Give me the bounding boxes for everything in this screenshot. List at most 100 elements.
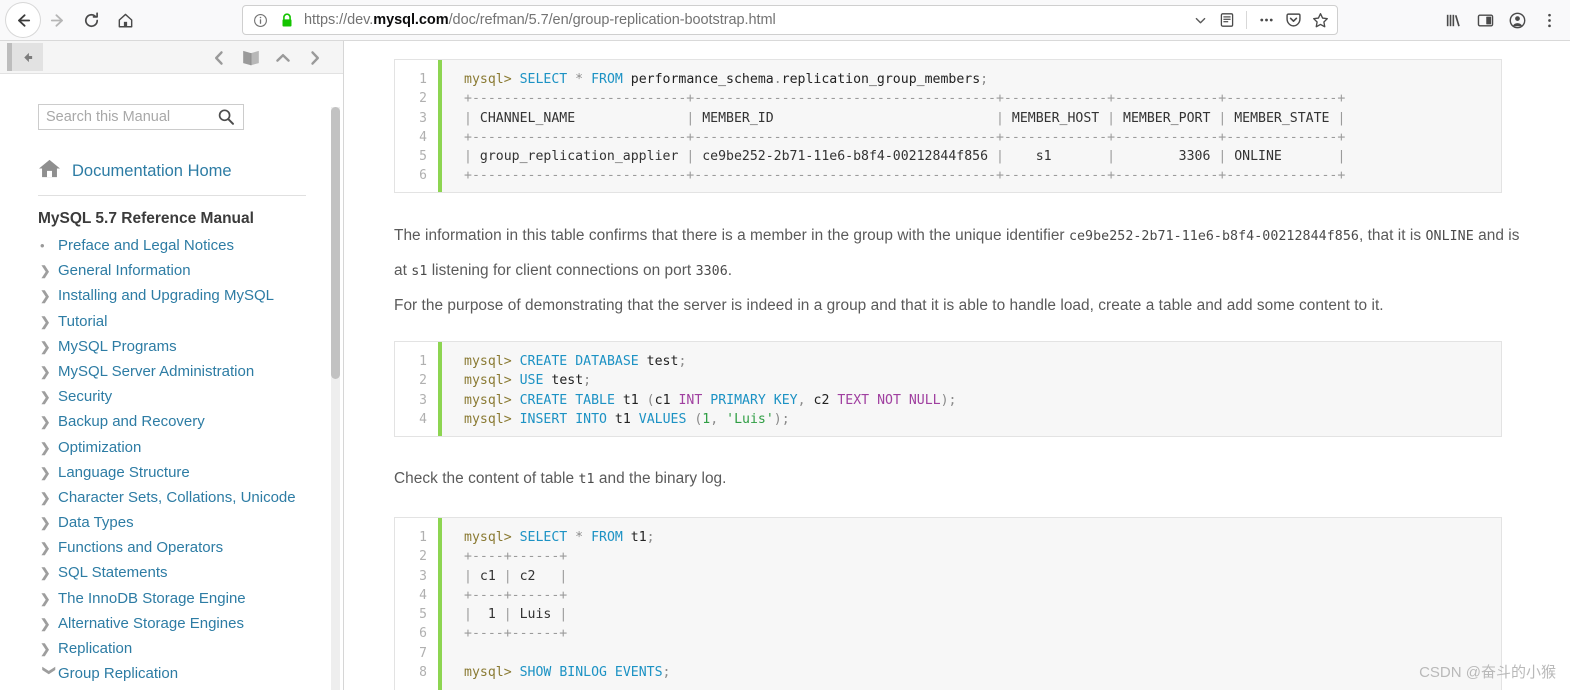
chevron-right-icon[interactable]: ❯ [40, 542, 58, 555]
sidebar-item-mysql-programs[interactable]: ❯ MySQL Programs [0, 338, 343, 363]
paragraph-1-code-port: 3306 [695, 264, 728, 279]
app-menu-icon[interactable] [1534, 5, 1564, 35]
chevron-right-icon[interactable]: ❯ [40, 366, 58, 379]
chevron-right-icon[interactable]: ❯ [40, 441, 58, 455]
chevron-right-icon[interactable]: ❯ [40, 341, 58, 354]
code-line: +----+------+ [464, 626, 568, 642]
sidebar-item-tutorial[interactable]: ❯ Tutorial [0, 313, 343, 338]
code-block-3-lines[interactable]: mysql> SELECT * FROM t1; +----+------+ | c… [442, 518, 1501, 690]
sidebar-item-data-types[interactable]: ❯ Data Types [0, 514, 343, 539]
line-number: 1 [419, 354, 427, 369]
pocket-icon[interactable] [1283, 8, 1303, 32]
reload-button[interactable] [74, 3, 108, 37]
back-button[interactable] [6, 3, 40, 37]
chevron-right-icon[interactable]: ❯ [40, 391, 58, 404]
code-line: +----+------+ [464, 587, 568, 603]
sidebar-item-sql-statements[interactable]: ❯ SQL Statements [0, 564, 343, 589]
book-icon[interactable] [241, 46, 261, 70]
line-number: 6 [419, 626, 427, 642]
sidebar-item-the-innodb-storage-engine[interactable]: ❯ The InnoDB Storage Engine [0, 590, 343, 615]
code-line: | 1 | Luis | [464, 607, 568, 623]
up-page-icon[interactable] [273, 46, 293, 70]
library-icon[interactable] [1438, 5, 1468, 35]
chevron-down-icon[interactable] [1190, 8, 1210, 32]
code-line: +----+------+ [464, 549, 568, 565]
line-number: 4 [419, 129, 427, 145]
bookmark-star-icon[interactable] [1310, 8, 1330, 32]
sidebar-icon[interactable] [1470, 5, 1500, 35]
sidebar-item-replication[interactable]: ❯ Replication [0, 640, 343, 665]
sidebar-item-mysql-server-administration[interactable]: ❯ MySQL Server Administration [0, 363, 343, 388]
prev-page-icon[interactable] [209, 46, 229, 70]
bullet-icon[interactable]: • [40, 239, 58, 252]
chevron-right-icon[interactable]: ❯ [40, 316, 58, 329]
page-info-icon[interactable] [250, 8, 270, 32]
sidebar-toolbar [0, 41, 343, 74]
reader-view-icon[interactable] [1217, 8, 1237, 32]
next-page-icon[interactable] [305, 46, 325, 70]
urlbar-separator [1246, 11, 1247, 29]
search-icon[interactable] [211, 105, 241, 129]
sidebar-item-label: Language Structure [58, 463, 190, 481]
sidebar-item-preface-and-legal-notices[interactable]: • Preface and Legal Notices [0, 237, 343, 262]
line-number: 3 [419, 110, 427, 126]
url-text[interactable]: https://dev.mysql.com/doc/refman/5.7/en/… [304, 12, 1183, 28]
collapse-left-icon[interactable] [7, 43, 43, 71]
sidebar-scrollbar[interactable] [331, 107, 340, 690]
code-block-2-line-numbers: 1 2 3 4 [395, 342, 442, 436]
chevron-right-icon[interactable]: ❯ [40, 643, 58, 656]
code-block-2-lines[interactable]: mysql> CREATE DATABASE test; mysql> USE t… [442, 342, 1501, 436]
paragraph-1-code-uuid: ce9be252-2b71-11e6-b8f4-00212844f856 [1068, 229, 1359, 244]
line-number: 1 [419, 72, 427, 87]
sidebar-item-alternative-storage-engines[interactable]: ❯ Alternative Storage Engines [0, 615, 343, 640]
chevron-right-icon[interactable]: ❯ [40, 416, 58, 429]
line-number: 3 [419, 568, 427, 584]
document-content: 1 2 3 4 5 6 mysql> SELECT * FROM performance_… [345, 41, 1570, 690]
page-actions-ellipsis-icon[interactable] [1256, 8, 1276, 32]
sidebar-item-label: MySQL Server Administration [58, 362, 255, 380]
chevron-right-icon[interactable]: ❯ [40, 593, 58, 606]
sidebar-item-security[interactable]: ❯ Security [0, 388, 343, 413]
chevron-right-icon[interactable]: ❯ [40, 467, 58, 480]
sidebar-item-general-information[interactable]: ❯ General Information [0, 262, 343, 287]
chevron-right-icon[interactable]: ❯ [40, 492, 58, 505]
code-line: mysql> SELECT * FROM performance_schema.… [464, 72, 989, 87]
chevron-right-icon[interactable]: ❯ [40, 618, 58, 631]
sidebar-item-optimization[interactable]: ❯ Optimization [0, 439, 343, 464]
sidebar-item-group-replication[interactable]: ❯ Group Replication [0, 665, 343, 690]
code-line: mysql> CREATE TABLE t1 (c1 INT PRIMARY K… [464, 392, 957, 408]
address-bar[interactable]: https://dev.mysql.com/doc/refman/5.7/en/… [242, 5, 1338, 35]
account-icon[interactable] [1502, 5, 1532, 35]
code-line: +---------------------------+-----------… [464, 168, 1346, 184]
paragraph-1: The information in this table confirms t… [394, 219, 1524, 289]
manual-sidebar: Documentation Home MySQL 5.7 Reference M… [0, 41, 344, 690]
chevron-down-icon[interactable]: ❯ [42, 665, 56, 683]
forward-button[interactable] [40, 3, 74, 37]
sidebar-item-character-sets-collations-unicode[interactable]: ❯ Character Sets, Collations, Unicode [0, 489, 343, 514]
sidebar-item-installing-and-upgrading-mysql[interactable]: ❯ Installing and Upgrading MySQL [0, 287, 343, 312]
lock-icon[interactable] [277, 8, 297, 32]
sidebar-item-label: Character Sets, Collations, Unicode [58, 488, 296, 506]
paragraph-3-code-t1: t1 [578, 472, 595, 487]
manual-title: MySQL 5.7 Reference Manual [38, 210, 254, 227]
code-block-2: 1234 mysql> CREATE DATABASE test; mysql> … [394, 341, 1502, 437]
search-input[interactable] [39, 105, 211, 129]
sidebar-item-language-structure[interactable]: ❯ Language Structure [0, 464, 343, 489]
code-block-1-lines[interactable]: mysql> SELECT * FROM performance_schema.… [442, 60, 1501, 192]
search-box[interactable] [38, 104, 244, 130]
code-block-1: 1 2 3 4 5 6 mysql> SELECT * FROM performance_… [394, 59, 1502, 193]
chevron-right-icon[interactable]: ❯ [40, 517, 58, 530]
code-block-1-line-numbers: 1 2 3 4 5 6 [395, 60, 442, 192]
urlbar-container: https://dev.mysql.com/doc/refman/5.7/en/… [142, 5, 1438, 35]
chevron-right-icon[interactable]: ❯ [40, 290, 58, 303]
home-button[interactable] [108, 3, 142, 37]
sidebar-item-backup-and-recovery[interactable]: ❯ Backup and Recovery [0, 413, 343, 438]
sidebar-item-documentation-home[interactable]: Documentation Home [0, 130, 343, 184]
sidebar-scrollbar-thumb[interactable] [331, 107, 340, 379]
code-line: +---------------------------+-----------… [464, 91, 1346, 107]
chevron-right-icon[interactable]: ❯ [40, 265, 58, 278]
chevron-right-icon[interactable]: ❯ [40, 567, 58, 580]
line-number: 6 [419, 168, 427, 184]
page-viewport: Documentation Home MySQL 5.7 Reference M… [0, 41, 1570, 690]
sidebar-item-functions-and-operators[interactable]: ❯ Functions and Operators [0, 539, 343, 564]
